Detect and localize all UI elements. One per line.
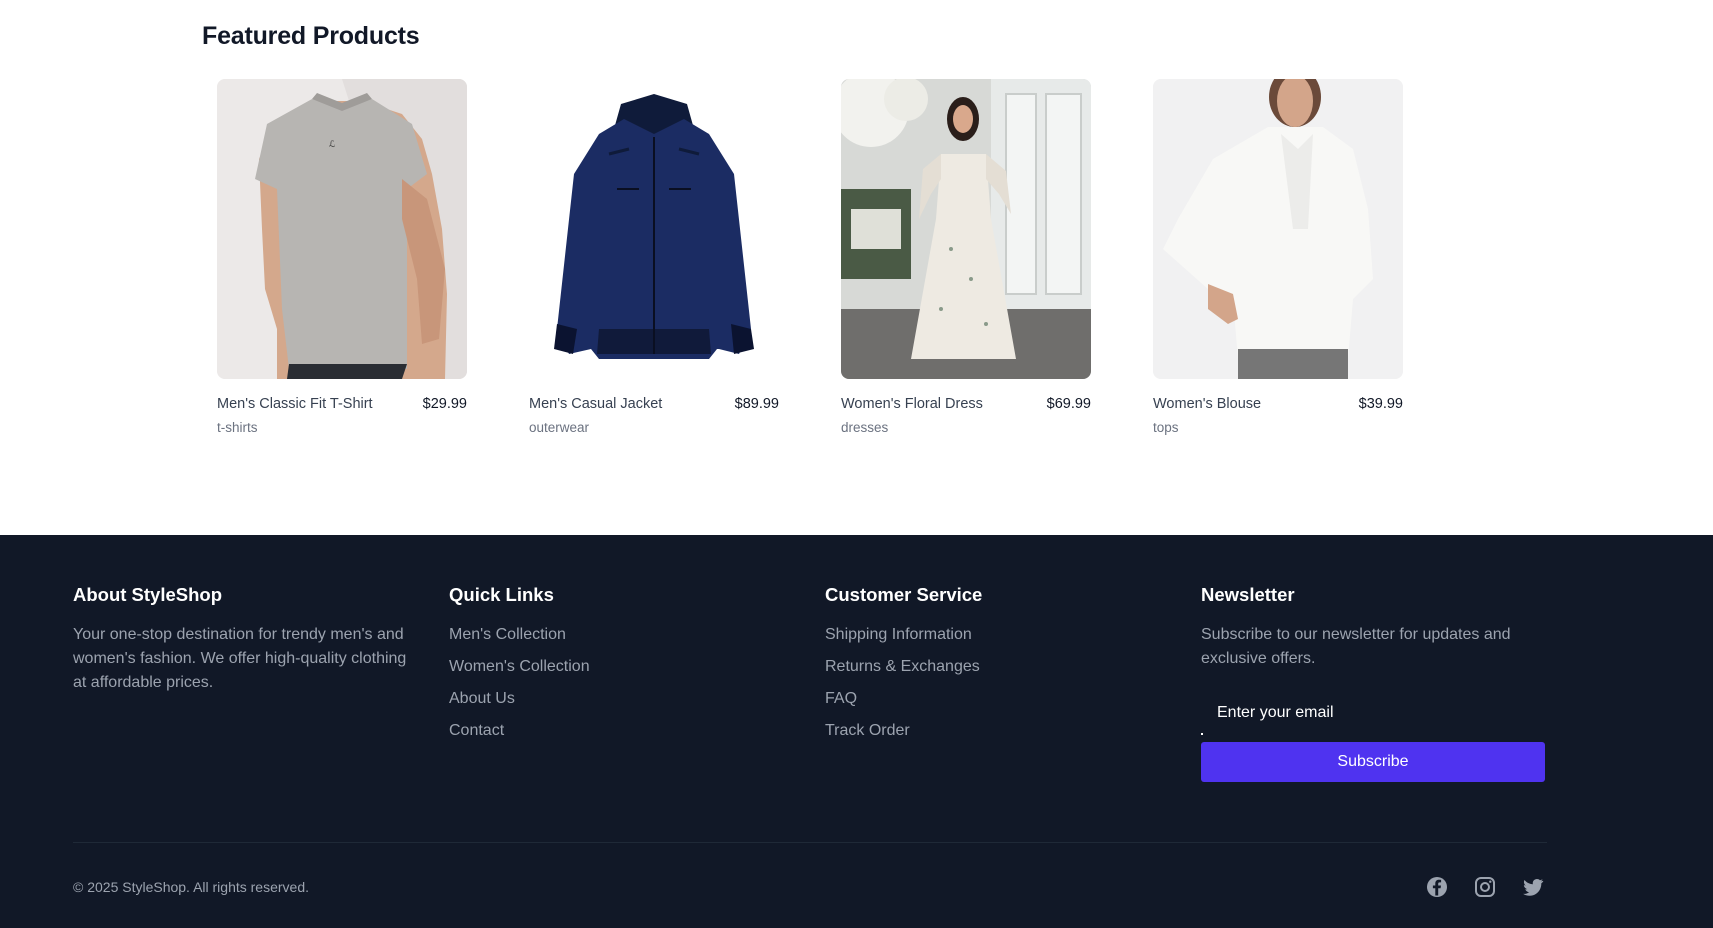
section-title: Featured Products bbox=[202, 22, 420, 50]
link-returns-exchanges[interactable]: Returns & Exchanges bbox=[825, 658, 980, 675]
facebook-icon[interactable] bbox=[1425, 875, 1449, 899]
product-name[interactable]: Men's Casual Jacket bbox=[529, 396, 662, 412]
customer-service-list: Shipping Information Returns & Exchanges… bbox=[825, 623, 1165, 743]
list-item: FAQ bbox=[825, 687, 1165, 711]
twitter-icon[interactable] bbox=[1521, 875, 1545, 899]
dress-product-image[interactable] bbox=[841, 79, 1091, 379]
link-womens-collection[interactable]: Women's Collection bbox=[449, 658, 590, 675]
product-card[interactable]: Men's Casual Jacket $89.99 outerwear bbox=[529, 79, 779, 449]
list-item: Women's Collection bbox=[449, 655, 789, 679]
link-shipping-information[interactable]: Shipping Information bbox=[825, 626, 972, 643]
footer-about-heading: About StyleShop bbox=[73, 584, 223, 605]
blouse-product-image[interactable] bbox=[1153, 79, 1403, 379]
copyright-text: © 2025 StyleShop. All rights reserved. bbox=[73, 879, 309, 895]
product-category: dresses bbox=[841, 420, 889, 435]
list-item: About Us bbox=[449, 687, 789, 711]
input-underline-dot bbox=[1201, 733, 1203, 735]
svg-text:ℒ: ℒ bbox=[329, 140, 335, 150]
list-item: Contact bbox=[449, 719, 789, 743]
footer-about: About StyleShop Your one-stop destinatio… bbox=[73, 584, 413, 695]
link-mens-collection[interactable]: Men's Collection bbox=[449, 626, 566, 643]
footer-newsletter-heading: Newsletter bbox=[1201, 584, 1295, 605]
product-name[interactable]: Women's Blouse bbox=[1153, 396, 1261, 412]
product-card[interactable]: Women's Floral Dress $69.99 dresses bbox=[841, 79, 1091, 449]
product-category: tops bbox=[1153, 420, 1179, 435]
jacket-product-image[interactable] bbox=[529, 79, 779, 379]
footer-customer-service-heading: Customer Service bbox=[825, 584, 983, 605]
list-item: Track Order bbox=[825, 719, 1165, 743]
footer-customer-service: Customer Service Shipping Information Re… bbox=[825, 584, 1165, 751]
product-card[interactable]: ℒ Men's Classic Fit T-Shirt $29.99 t-shi… bbox=[217, 79, 467, 449]
list-item: Returns & Exchanges bbox=[825, 655, 1165, 679]
subscribe-button[interactable]: Subscribe bbox=[1201, 742, 1545, 782]
footer-quick-links-heading: Quick Links bbox=[449, 584, 554, 605]
list-item: Men's Collection bbox=[449, 623, 789, 647]
product-price: $69.99 bbox=[1046, 396, 1091, 412]
footer-quick-links: Quick Links Men's Collection Women's Col… bbox=[449, 584, 789, 751]
product-price: $39.99 bbox=[1358, 396, 1403, 412]
link-track-order[interactable]: Track Order bbox=[825, 722, 910, 739]
product-category: outerwear bbox=[529, 420, 590, 435]
instagram-icon[interactable] bbox=[1473, 875, 1497, 899]
footer-newsletter: Newsletter Subscribe to our newsletter f… bbox=[1201, 584, 1547, 782]
product-name[interactable]: Women's Floral Dress bbox=[841, 396, 983, 412]
link-contact[interactable]: Contact bbox=[449, 722, 504, 739]
tshirt-product-image[interactable]: ℒ bbox=[217, 79, 467, 379]
quick-links-list: Men's Collection Women's Collection Abou… bbox=[449, 623, 789, 743]
link-faq[interactable]: FAQ bbox=[825, 690, 857, 707]
product-category: t-shirts bbox=[217, 420, 258, 435]
footer-divider bbox=[73, 842, 1547, 843]
link-about-us[interactable]: About Us bbox=[449, 690, 515, 707]
email-field[interactable] bbox=[1201, 693, 1545, 733]
product-price: $89.99 bbox=[734, 396, 779, 412]
footer-about-text: Your one-stop destination for trendy men… bbox=[73, 626, 407, 691]
footer-newsletter-text: Subscribe to our newsletter for updates … bbox=[1201, 626, 1511, 667]
featured-products-section: Featured Products ℒ Men's Classic Fit T-… bbox=[0, 0, 1713, 535]
product-card[interactable]: Women's Blouse $39.99 tops bbox=[1153, 79, 1403, 449]
product-name[interactable]: Men's Classic Fit T-Shirt bbox=[217, 396, 373, 412]
site-footer: About StyleShop Your one-stop destinatio… bbox=[0, 535, 1713, 928]
list-item: Shipping Information bbox=[825, 623, 1165, 647]
product-price: $29.99 bbox=[422, 396, 467, 412]
